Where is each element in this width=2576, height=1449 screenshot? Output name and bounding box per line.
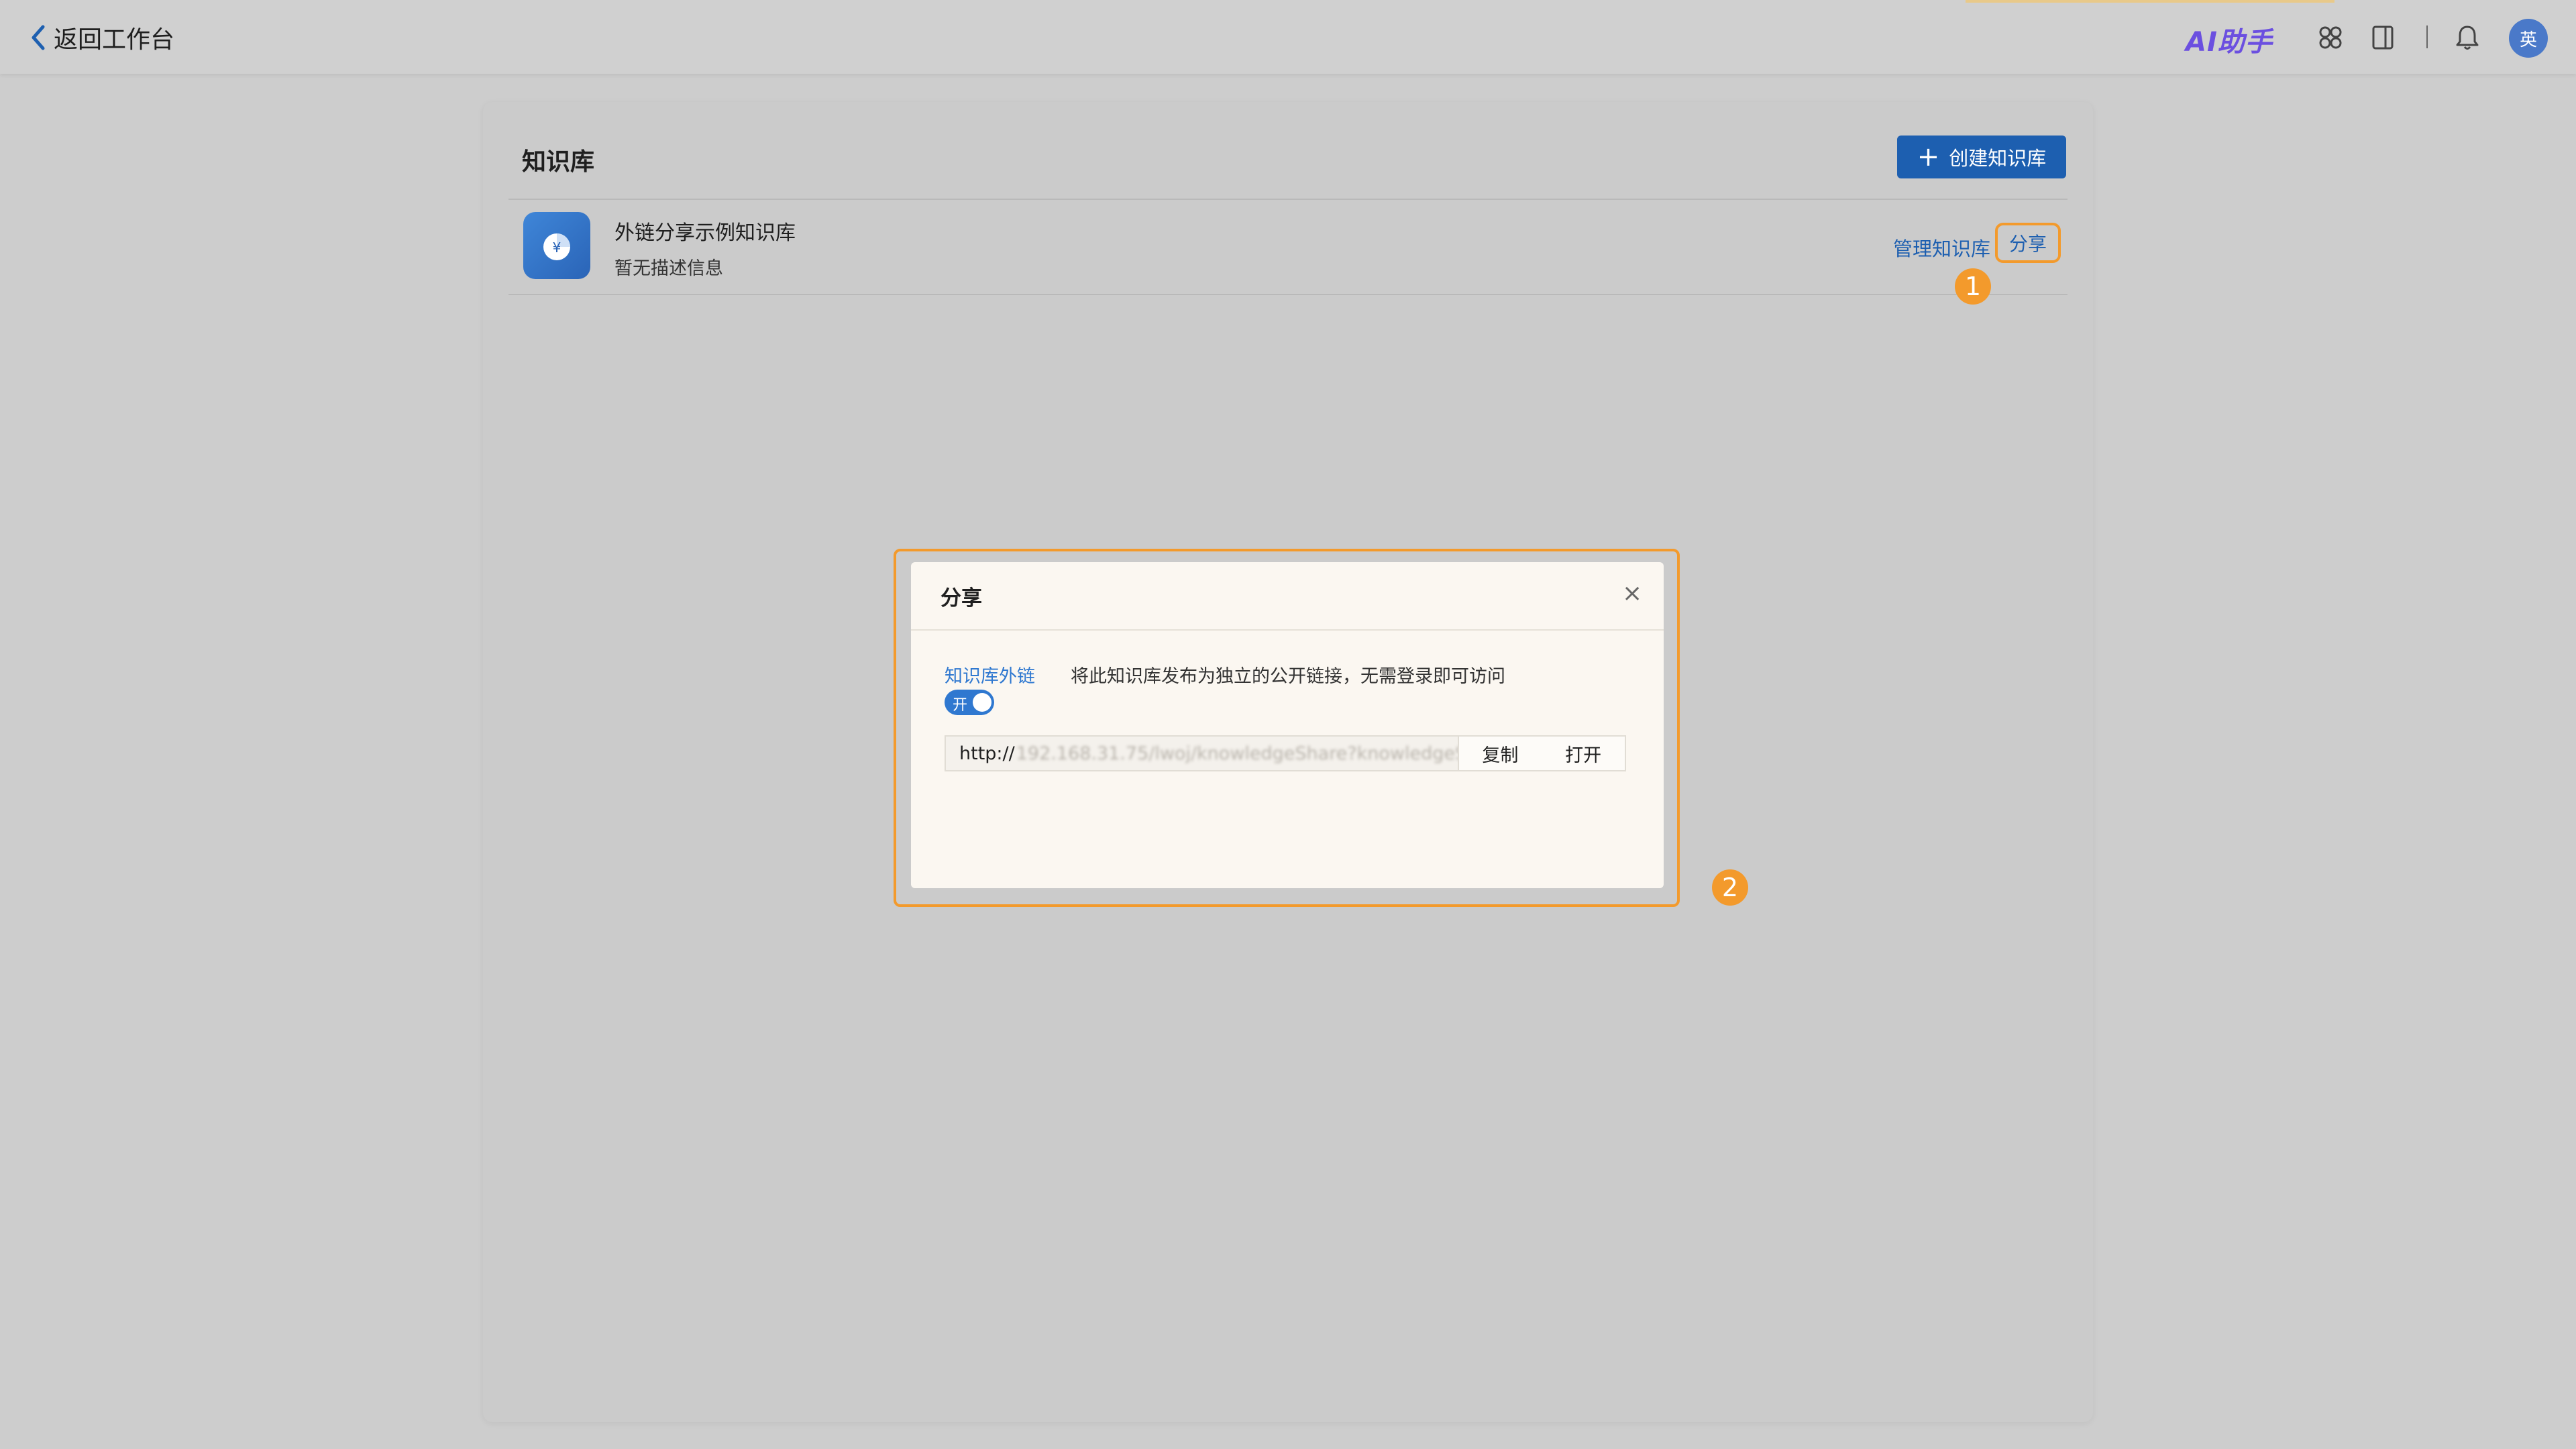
plus-icon: + [1917, 142, 1940, 172]
external-link-description: 将此知识库发布为独立的公开链接，无需登录即可访问 [1071, 666, 1505, 687]
external-link-toggle[interactable]: 开 [945, 690, 994, 715]
back-to-workbench-link[interactable]: 返回工作台 [30, 19, 174, 56]
step-badge-2: 2 [1712, 869, 1748, 906]
user-avatar[interactable]: 英 [2509, 19, 2548, 58]
top-bar: 返回工作台 AI助手 英 [0, 0, 2576, 74]
share-link-row: http://192.168.31.75/lwoj/knowledgeShare… [945, 735, 1626, 771]
toggle-knob [973, 693, 991, 712]
bell-icon[interactable] [2453, 23, 2482, 52]
toggle-on-text: 开 [953, 697, 968, 714]
sidebar-panel-icon[interactable] [2368, 23, 2398, 52]
share-modal: 分享 × 知识库外链 将此知识库发布为独立的公开链接，无需登录即可访问 开 ht… [911, 562, 1664, 888]
header-divider [508, 199, 2068, 200]
row-divider [508, 294, 2068, 295]
create-button-label: 创建知识库 [1949, 147, 2047, 170]
url-prefix: http:// [959, 743, 1015, 764]
external-link-label: 知识库外链 [945, 666, 1035, 687]
svg-text:¥: ¥ [553, 239, 561, 256]
chevron-left-icon [32, 25, 45, 50]
knowledge-base-name[interactable]: 外链分享示例知识库 [614, 216, 796, 246]
url-rest: 192.168.31.75/lwoj/knowledgeShare?knowle… [1016, 743, 1459, 764]
apps-icon[interactable] [2316, 23, 2345, 52]
top-accent-line [1966, 0, 2334, 3]
top-separator [2426, 25, 2428, 48]
share-url-field[interactable]: http://192.168.31.75/lwoj/knowledgeShare… [946, 737, 1459, 770]
share-button[interactable]: 分享 [1995, 223, 2061, 263]
knowledge-base-description: 暂无描述信息 [614, 258, 723, 279]
close-icon[interactable]: × [1622, 580, 1642, 607]
step-badge-1: 1 [1955, 268, 1991, 305]
knowledge-base-icon: ¥ [523, 212, 590, 279]
create-knowledge-base-button[interactable]: + 创建知识库 [1897, 136, 2066, 178]
modal-title: 分享 [941, 586, 982, 610]
back-label: 返回工作台 [54, 26, 175, 54]
copy-button[interactable]: 复制 [1459, 737, 1542, 770]
open-button[interactable]: 打开 [1542, 737, 1625, 770]
modal-divider [911, 629, 1664, 631]
manage-knowledge-base-link[interactable]: 管理知识库 [1893, 233, 1990, 262]
ai-assistant-logo[interactable]: AI助手 [2186, 20, 2273, 59]
page-title: 知识库 [522, 148, 595, 176]
